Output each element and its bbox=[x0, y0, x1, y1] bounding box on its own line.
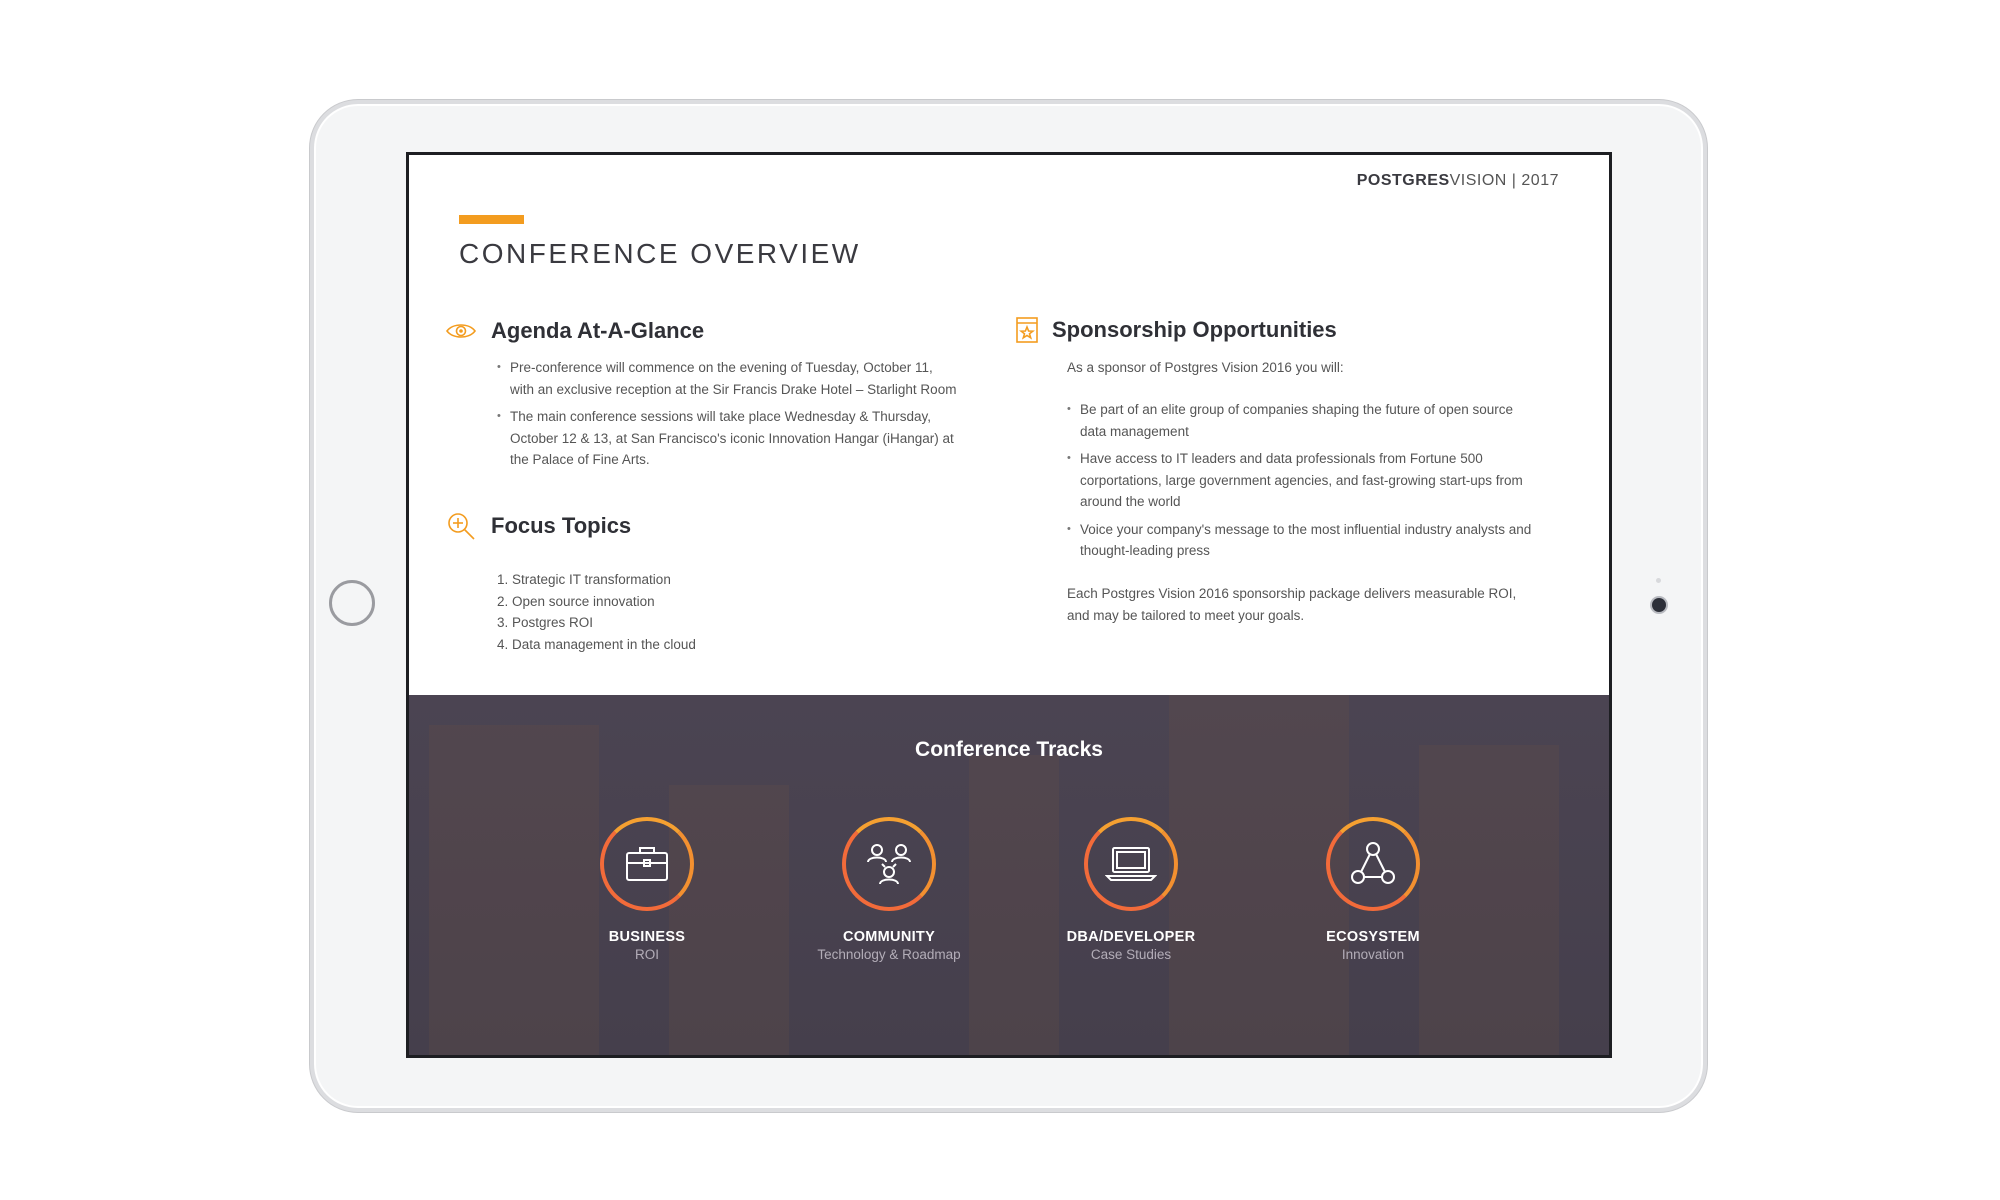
brand-light: VISION | 2017 bbox=[1449, 172, 1559, 189]
track-ring bbox=[1326, 817, 1420, 911]
briefcase-icon bbox=[626, 847, 668, 881]
nodes-icon bbox=[1351, 842, 1395, 884]
list-item: Be part of an elite group of companies s… bbox=[1067, 399, 1537, 442]
track-subtitle: Innovation bbox=[1341, 947, 1405, 962]
list-item: 4. Data management in the cloud bbox=[497, 636, 696, 652]
tracks-title: Conference Tracks bbox=[915, 738, 1103, 761]
accent-bar bbox=[459, 215, 524, 224]
list-item: Pre-conference will commence on the even… bbox=[497, 357, 957, 400]
focus-heading: Focus Topics bbox=[445, 510, 631, 542]
sponsorship-heading: Sponsorship Opportunities bbox=[1014, 315, 1337, 345]
brand-bold: POSTGRES bbox=[1356, 172, 1450, 189]
camera-icon bbox=[1652, 598, 1666, 612]
track-name: DBA/DEVELOPER bbox=[1066, 929, 1196, 945]
sponsorship-title: Sponsorship Opportunities bbox=[1052, 317, 1337, 342]
track-name: COMMUNITY bbox=[842, 929, 936, 945]
tablet-screen: POSTGRESVISION | 2017 CONFERENCE OVERVIE… bbox=[406, 152, 1612, 1058]
track-business[interactable]: BUSINESS ROI bbox=[547, 817, 747, 962]
list-item: Have access to IT leaders and data profe… bbox=[1067, 448, 1537, 513]
list-item: 1. Strategic IT transformation bbox=[497, 572, 671, 587]
track-ring bbox=[1084, 817, 1178, 911]
list-item: The main conference sessions will take p… bbox=[497, 406, 957, 471]
sponsorship-intro: As a sponsor of Postgres Vision 2016 you… bbox=[1067, 360, 1344, 375]
home-button[interactable] bbox=[329, 580, 375, 626]
track-ring bbox=[600, 817, 694, 911]
agenda-list: Pre-conference will commence on the even… bbox=[497, 357, 957, 477]
list-item: 2. Open source innovation bbox=[497, 593, 655, 609]
certificate-star-icon bbox=[1014, 315, 1040, 345]
list-item: 3. Postgres ROI bbox=[497, 615, 594, 630]
track-community[interactable]: COMMUNITY Technology & Roadmap bbox=[789, 817, 989, 962]
agenda-title: Agenda At-A-Glance bbox=[491, 318, 705, 343]
focus-list: 1. Strategic IT transformation 2. Open s… bbox=[497, 569, 897, 655]
track-subtitle: Case Studies bbox=[1090, 947, 1172, 962]
laptop-icon bbox=[1105, 847, 1157, 881]
track-ecosystem[interactable]: ECOSYSTEM Innovation bbox=[1273, 817, 1473, 962]
eye-icon bbox=[445, 319, 477, 343]
sponsorship-list: Be part of an elite group of companies s… bbox=[1067, 399, 1537, 568]
magnifier-plus-icon bbox=[445, 510, 477, 542]
track-name: ECOSYSTEM bbox=[1326, 929, 1420, 945]
list-item: Voice your company's message to the most… bbox=[1067, 519, 1537, 562]
light-sensor bbox=[1656, 578, 1661, 583]
focus-title: Focus Topics bbox=[491, 513, 632, 538]
page-title: CONFERENCE OVERVIEW bbox=[459, 238, 861, 269]
track-dba-developer[interactable]: DBA/DEVELOPER Case Studies bbox=[1031, 817, 1231, 962]
people-network-icon bbox=[867, 844, 911, 885]
track-subtitle: ROI bbox=[634, 947, 659, 962]
conference-tracks-section: Conference Tracks BUSINESS ROI COMMUNITY… bbox=[409, 695, 1609, 1055]
track-subtitle: Technology & Roadmap bbox=[817, 947, 961, 962]
track-ring bbox=[842, 817, 936, 911]
brand-header: POSTGRESVISION | 2017 bbox=[1357, 172, 1559, 190]
agenda-heading: Agenda At-A-Glance bbox=[445, 318, 704, 344]
track-name: BUSINESS bbox=[608, 929, 686, 945]
sponsorship-closing: Each Postgres Vision 2016 sponsorship pa… bbox=[1067, 586, 1517, 623]
